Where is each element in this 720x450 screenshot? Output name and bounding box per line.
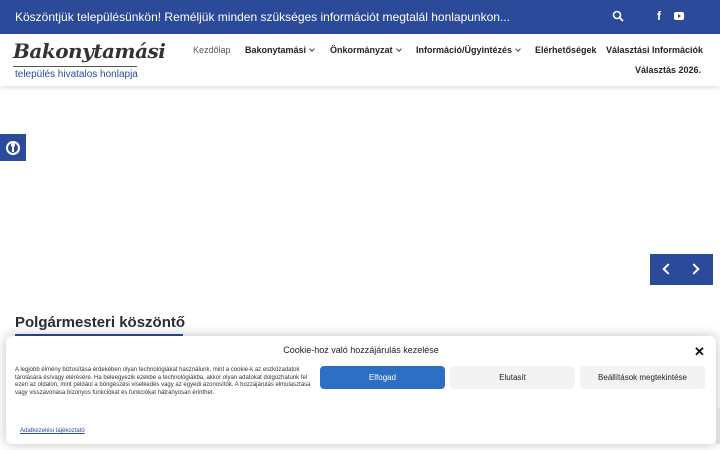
youtube-icon[interactable] (674, 12, 684, 20)
nav-item-label: Információ/Ügyintézés (416, 45, 513, 55)
chevron-down-icon (515, 46, 521, 52)
nav-item-label: Önkormányzat (330, 45, 393, 55)
chevron-left-icon[interactable] (662, 263, 674, 275)
chevron-right-icon[interactable] (688, 263, 700, 275)
nav-item-label: Bakonytamási (245, 45, 307, 55)
accept-cookies-button[interactable]: Elfogad (320, 366, 445, 389)
accessibility-toolbar-button[interactable] (0, 134, 26, 161)
section-title: Polgármesteri köszöntő (15, 314, 186, 331)
search-icon[interactable] (612, 10, 624, 22)
slider-navigation (650, 254, 713, 285)
logo-tagline: település hivatalos honlapja (15, 69, 138, 80)
cookie-consent-banner: Cookie-hoz való hozzájárulás kezelése ✕ … (6, 336, 716, 444)
logo-divider (13, 66, 137, 67)
nav-item-bakonytamasi[interactable]: Bakonytamási (245, 45, 315, 55)
nav-item-informacio[interactable]: Információ/Ügyintézés (416, 45, 521, 55)
accessibility-icon-body (12, 147, 14, 152)
chevron-down-icon (309, 46, 315, 52)
view-preferences-button[interactable]: Beállítások megtekintése (580, 366, 705, 389)
nav-item-onkormanyzat[interactable]: Önkormányzat (330, 45, 402, 55)
cookie-title: Cookie-hoz való hozzájárulás kezelése (283, 345, 439, 355)
nav-item-elerhetosegek[interactable]: Elérhetőségek (535, 45, 597, 55)
recaptcha-badge (716, 408, 720, 444)
welcome-message: Köszöntjük településünkön! Reméljük mind… (15, 10, 510, 24)
privacy-policy-link[interactable]: Adatkezelési tájékoztató (20, 428, 85, 434)
deny-cookies-button[interactable]: Elutasít (450, 366, 575, 389)
chevron-down-icon (395, 46, 402, 52)
top-announcement-bar: Köszöntjük településünkön! Reméljük mind… (0, 0, 720, 34)
nav-item-valasztas-2026[interactable]: Választás 2026. (635, 65, 701, 75)
facebook-icon[interactable]: f (657, 9, 661, 23)
site-logo[interactable]: Bakonytamási település hivatalos honlapj… (13, 39, 166, 81)
close-icon[interactable]: ✕ (694, 344, 705, 360)
nav-item-valasztasi[interactable]: Választási Információk (606, 45, 703, 55)
cookie-description: A legjobb élmény biztosítása érdekében o… (15, 367, 311, 396)
nav-item-home[interactable]: Kezdőlap (193, 45, 231, 55)
site-header: Bakonytamási település hivatalos honlapj… (0, 34, 720, 86)
logo-text: Bakonytamási (13, 39, 166, 63)
